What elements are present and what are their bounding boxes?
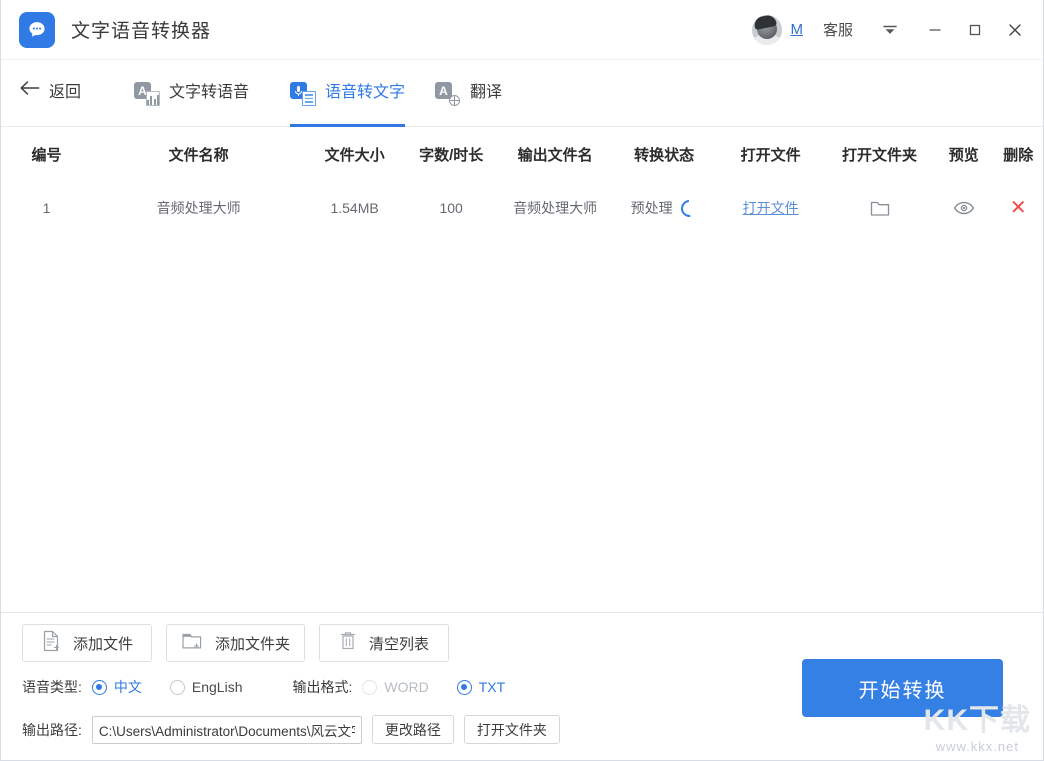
- output-path-row: 输出路径: 更改路径 打开文件夹: [22, 715, 560, 744]
- file-table: 编号 文件名称 文件大小 字数/时长 输出文件名 转换状态 打开文件 打开文件夹…: [1, 127, 1043, 612]
- start-convert-button[interactable]: 开始转换: [802, 659, 1003, 717]
- support-link[interactable]: 客服: [823, 19, 853, 40]
- tab-label: 翻译: [470, 82, 502, 104]
- close-button[interactable]: [995, 10, 1035, 50]
- file-add-icon: [41, 630, 61, 656]
- text-to-speech-icon: A: [134, 82, 160, 106]
- nav-bar: 返回 A 文字转语音: [1, 60, 1044, 127]
- change-path-button[interactable]: 更改路径: [372, 715, 454, 744]
- app-window: 文字语音转换器 M 客服: [0, 0, 1044, 761]
- open-folder-button[interactable]: 打开文件夹: [464, 715, 560, 744]
- back-button[interactable]: 返回: [19, 78, 81, 102]
- avatar[interactable]: [752, 15, 782, 45]
- tab-label: 文字转语音: [169, 82, 249, 104]
- eye-icon[interactable]: [953, 200, 975, 216]
- radio-dot-icon: [92, 680, 107, 695]
- header-file-name: 文件名称: [92, 144, 305, 165]
- tab-speech-to-text[interactable]: 语音转文字: [290, 74, 405, 126]
- speech-to-text-icon: [290, 82, 316, 106]
- app-logo-icon: [19, 12, 55, 48]
- add-folder-label: 添加文件夹: [215, 633, 290, 654]
- file-toolbar: 添加文件 添加文件夹: [22, 624, 449, 662]
- cell-no: 1: [1, 200, 92, 216]
- cell-open-folder[interactable]: [825, 198, 934, 218]
- add-file-label: 添加文件: [73, 633, 133, 654]
- radio-dot-icon: [457, 680, 472, 695]
- radio-dot-icon: [170, 680, 185, 695]
- folder-add-icon: [181, 631, 203, 655]
- output-path-label: 输出路径:: [22, 720, 82, 740]
- close-x-icon[interactable]: ✕: [1010, 198, 1027, 218]
- radio-label: 中文: [114, 677, 142, 697]
- open-file-link[interactable]: 打开文件: [743, 198, 799, 218]
- header-file-size: 文件大小: [305, 144, 404, 165]
- cell-open-file[interactable]: 打开文件: [716, 198, 825, 218]
- minimize-button[interactable]: [915, 10, 955, 50]
- cell-output-name: 音频处理大师: [498, 198, 612, 218]
- radio-label: EngLish: [192, 679, 243, 695]
- clear-list-button[interactable]: 清空列表: [319, 624, 449, 662]
- cell-preview[interactable]: [934, 200, 993, 216]
- bottom-panel: 添加文件 添加文件夹: [1, 612, 1043, 760]
- voice-type-label: 语音类型:: [22, 677, 82, 697]
- header-open-file: 打开文件: [716, 144, 825, 165]
- back-label: 返回: [49, 78, 81, 102]
- radio-voice-english[interactable]: EngLish: [170, 679, 243, 695]
- radio-voice-chinese[interactable]: 中文: [92, 677, 142, 697]
- header-output-name: 输出文件名: [498, 144, 612, 165]
- header-no: 编号: [1, 144, 92, 165]
- cell-delete[interactable]: ✕: [993, 198, 1043, 218]
- table-header-row: 编号 文件名称 文件大小 字数/时长 输出文件名 转换状态 打开文件 打开文件夹…: [1, 127, 1043, 182]
- header-duration: 字数/时长: [404, 144, 498, 165]
- folder-icon[interactable]: [869, 198, 891, 218]
- header-preview: 预览: [934, 144, 993, 165]
- translate-icon: A: [435, 82, 461, 106]
- output-path-input[interactable]: [92, 716, 362, 744]
- output-format-label: 输出格式:: [292, 677, 352, 697]
- radio-format-txt[interactable]: TXT: [457, 679, 505, 695]
- add-folder-button[interactable]: 添加文件夹: [166, 624, 305, 662]
- tab-label: 语音转文字: [325, 82, 405, 104]
- header-status: 转换状态: [612, 144, 716, 165]
- loading-spinner-icon: [677, 196, 701, 220]
- header-delete: 删除: [993, 144, 1043, 165]
- clear-list-label: 清空列表: [369, 633, 429, 654]
- options-row: 语音类型: 中文 EngLish 输出格式: WORD TXT: [22, 677, 533, 697]
- radio-label: WORD: [384, 679, 428, 695]
- add-file-button[interactable]: 添加文件: [22, 624, 152, 662]
- trash-icon: [339, 630, 357, 656]
- status-label: 预处理: [631, 198, 673, 218]
- title-bar: 文字语音转换器 M 客服: [1, 0, 1044, 60]
- app-title: 文字语音转换器: [71, 16, 211, 43]
- cell-status: 预处理: [612, 198, 716, 218]
- cell-file-name: 音频处理大师: [92, 198, 305, 218]
- radio-dot-icon: [362, 680, 377, 695]
- radio-format-word[interactable]: WORD: [362, 679, 428, 695]
- header-open-folder: 打开文件夹: [825, 144, 934, 165]
- chevron-down-icon[interactable]: [879, 19, 901, 41]
- radio-label: TXT: [479, 679, 505, 695]
- table-row[interactable]: 1 音频处理大师 1.54MB 100 音频处理大师 预处理 打开文件: [1, 182, 1043, 234]
- user-name-link[interactable]: M: [790, 21, 803, 38]
- tab-text-to-speech[interactable]: A 文字转语音: [134, 74, 249, 126]
- maximize-button[interactable]: [955, 10, 995, 50]
- arrow-left-icon: [19, 80, 41, 101]
- tab-translate[interactable]: A 翻译: [435, 74, 502, 126]
- cell-duration: 100: [404, 200, 498, 216]
- cell-file-size: 1.54MB: [305, 200, 404, 216]
